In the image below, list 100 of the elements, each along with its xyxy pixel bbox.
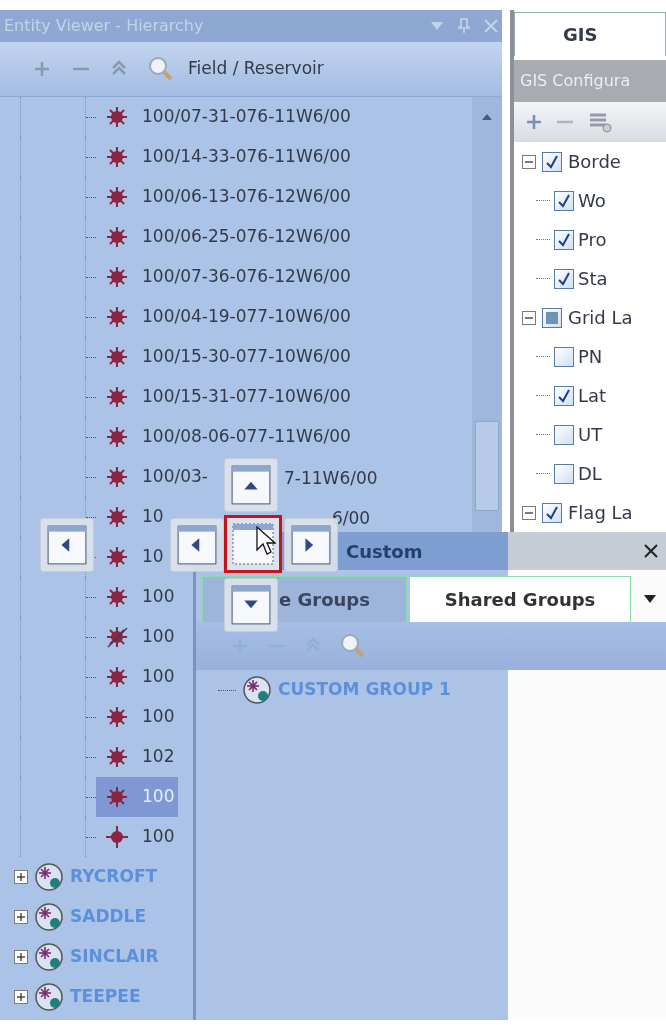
well-label: 100 (142, 825, 175, 849)
collapse-box[interactable] (522, 310, 536, 325)
layer-label[interactable]: Wo (578, 187, 606, 214)
checkbox[interactable] (554, 229, 574, 250)
layer-label[interactable]: UT (578, 421, 603, 448)
well-label: 100/03- (142, 465, 208, 489)
well-marker-icon (106, 426, 128, 448)
layer-label[interactable]: Flag La (568, 499, 633, 526)
tree-row[interactable]: 100 (96, 817, 179, 857)
well-label: 100/06-13-076-12W6/00 (142, 185, 351, 209)
tree-row[interactable]: 100 (96, 657, 179, 697)
well-marker-icon (106, 746, 128, 768)
layer-label[interactable]: PN (578, 343, 603, 370)
close-icon[interactable] (644, 544, 658, 558)
dock-center-guide[interactable] (224, 515, 282, 573)
checkbox[interactable] (554, 268, 574, 289)
dock-bottom-guide[interactable] (224, 578, 278, 632)
layer-label[interactable]: Sta (578, 265, 608, 292)
expand-box[interactable] (14, 870, 28, 884)
scrollbar-thumb[interactable] (475, 421, 499, 511)
well-label: 100/04-19-077-10W6/00 (142, 305, 351, 329)
well-label: 100/14-33-076-11W6/00 (142, 145, 351, 169)
tree-row[interactable]: 100/15-31-077-10W6/00 (96, 377, 355, 417)
well-marker-icon (106, 466, 128, 488)
well-marker-icon (106, 586, 128, 608)
tree-row[interactable]: 100/03- (96, 457, 212, 497)
tree-row[interactable]: 100/07-31-076-11W6/00 (96, 97, 355, 137)
scroll-up-icon[interactable] (481, 113, 493, 121)
checkbox[interactable] (554, 190, 574, 211)
toolbar-label: Field / Reservoir (188, 57, 324, 81)
well-marker-icon (106, 306, 128, 328)
well-label: 7-11W6/00 (284, 467, 378, 490)
well-marker-icon (106, 346, 128, 368)
tree-row[interactable]: 100/15-30-077-10W6/00 (96, 337, 355, 377)
well-label: 10 (142, 545, 164, 569)
tree-row[interactable]: 102 (96, 737, 179, 777)
well-label: 100/06-25-076-12W6/00 (142, 225, 351, 249)
group-globe-icon (242, 675, 272, 705)
well-marker-icon (106, 626, 128, 648)
search-icon[interactable] (148, 56, 174, 82)
layer-label[interactable]: Borde (568, 148, 621, 175)
tree-row[interactable]: 100/06-25-076-12W6/00 (96, 217, 355, 257)
search-icon[interactable] (340, 633, 366, 659)
checkbox[interactable] (554, 346, 574, 367)
group-globe-icon (34, 942, 64, 972)
checkbox[interactable] (542, 502, 562, 523)
group-globe-icon (34, 982, 64, 1012)
checkbox[interactable] (542, 151, 562, 172)
well-marker-icon (106, 226, 128, 248)
tree-row[interactable]: 100/06-13-076-12W6/00 (96, 177, 355, 217)
well-label: 100 (142, 705, 175, 729)
well-marker-icon (106, 546, 128, 568)
tree-row[interactable]: 100 (96, 697, 179, 737)
scrollbar[interactable] (472, 97, 502, 532)
checkbox[interactable] (554, 463, 574, 484)
well-label: 100/15-31-077-10W6/00 (142, 385, 351, 409)
well-marker-icon (106, 106, 128, 128)
collapse-box[interactable] (522, 154, 536, 169)
well-label: 100/08-06-077-11W6/00 (142, 425, 351, 449)
dock-left-edge-guide[interactable] (40, 518, 94, 572)
expand-box[interactable] (14, 910, 28, 924)
checkbox[interactable] (542, 307, 562, 328)
well-label: 100/15-30-077-10W6/00 (142, 345, 351, 369)
well-label: 6/00 (332, 507, 371, 530)
well-marker-icon (106, 666, 128, 688)
well-label: 100/07-36-076-12W6/00 (142, 265, 351, 289)
layer-label[interactable]: Grid La (568, 304, 633, 331)
tree-row[interactable]: 100/08-06-077-11W6/00 (96, 417, 355, 457)
add-icon[interactable] (34, 61, 50, 77)
expand-box[interactable] (14, 990, 28, 1004)
well-label: 100 (142, 785, 175, 809)
well-marker-icon (106, 786, 128, 808)
expand-box[interactable] (14, 950, 28, 964)
well-marker-icon (106, 506, 128, 528)
tree-row[interactable]: 100/04-19-077-10W6/00 (96, 297, 355, 337)
well-label: 100 (142, 625, 175, 649)
mouse-cursor-icon (256, 526, 276, 556)
tree-row[interactable]: 100 (96, 577, 179, 617)
tab-dropdown-icon[interactable] (643, 594, 657, 604)
layer-label[interactable]: DL (578, 460, 602, 487)
group-tab[interactable]: Shared Groups (409, 576, 631, 622)
well-label: 102 (142, 745, 175, 769)
add-icon[interactable] (526, 114, 542, 130)
well-marker-icon (106, 146, 128, 168)
collapse-box[interactable] (522, 505, 536, 520)
gis-tab[interactable]: GIS (514, 12, 666, 56)
checkbox[interactable] (554, 424, 574, 445)
gis-config-header: GIS Configura (514, 60, 666, 102)
tree-row[interactable]: 100 (96, 617, 179, 657)
well-label: 100 (142, 585, 175, 609)
tree-row[interactable]: 10 (96, 497, 168, 537)
checkbox[interactable] (554, 385, 574, 406)
well-label: 100/07-31-076-11W6/00 (142, 105, 351, 129)
tree-row[interactable]: 10 (96, 537, 168, 577)
group-globe-icon (34, 862, 64, 892)
tree-row[interactable]: 100/07-36-076-12W6/00 (96, 257, 355, 297)
well-marker-icon (106, 266, 128, 288)
tree-row[interactable]: 100/14-33-076-11W6/00 (96, 137, 355, 177)
layer-label[interactable]: Lat (578, 382, 607, 409)
layer-label[interactable]: Pro (578, 226, 607, 253)
